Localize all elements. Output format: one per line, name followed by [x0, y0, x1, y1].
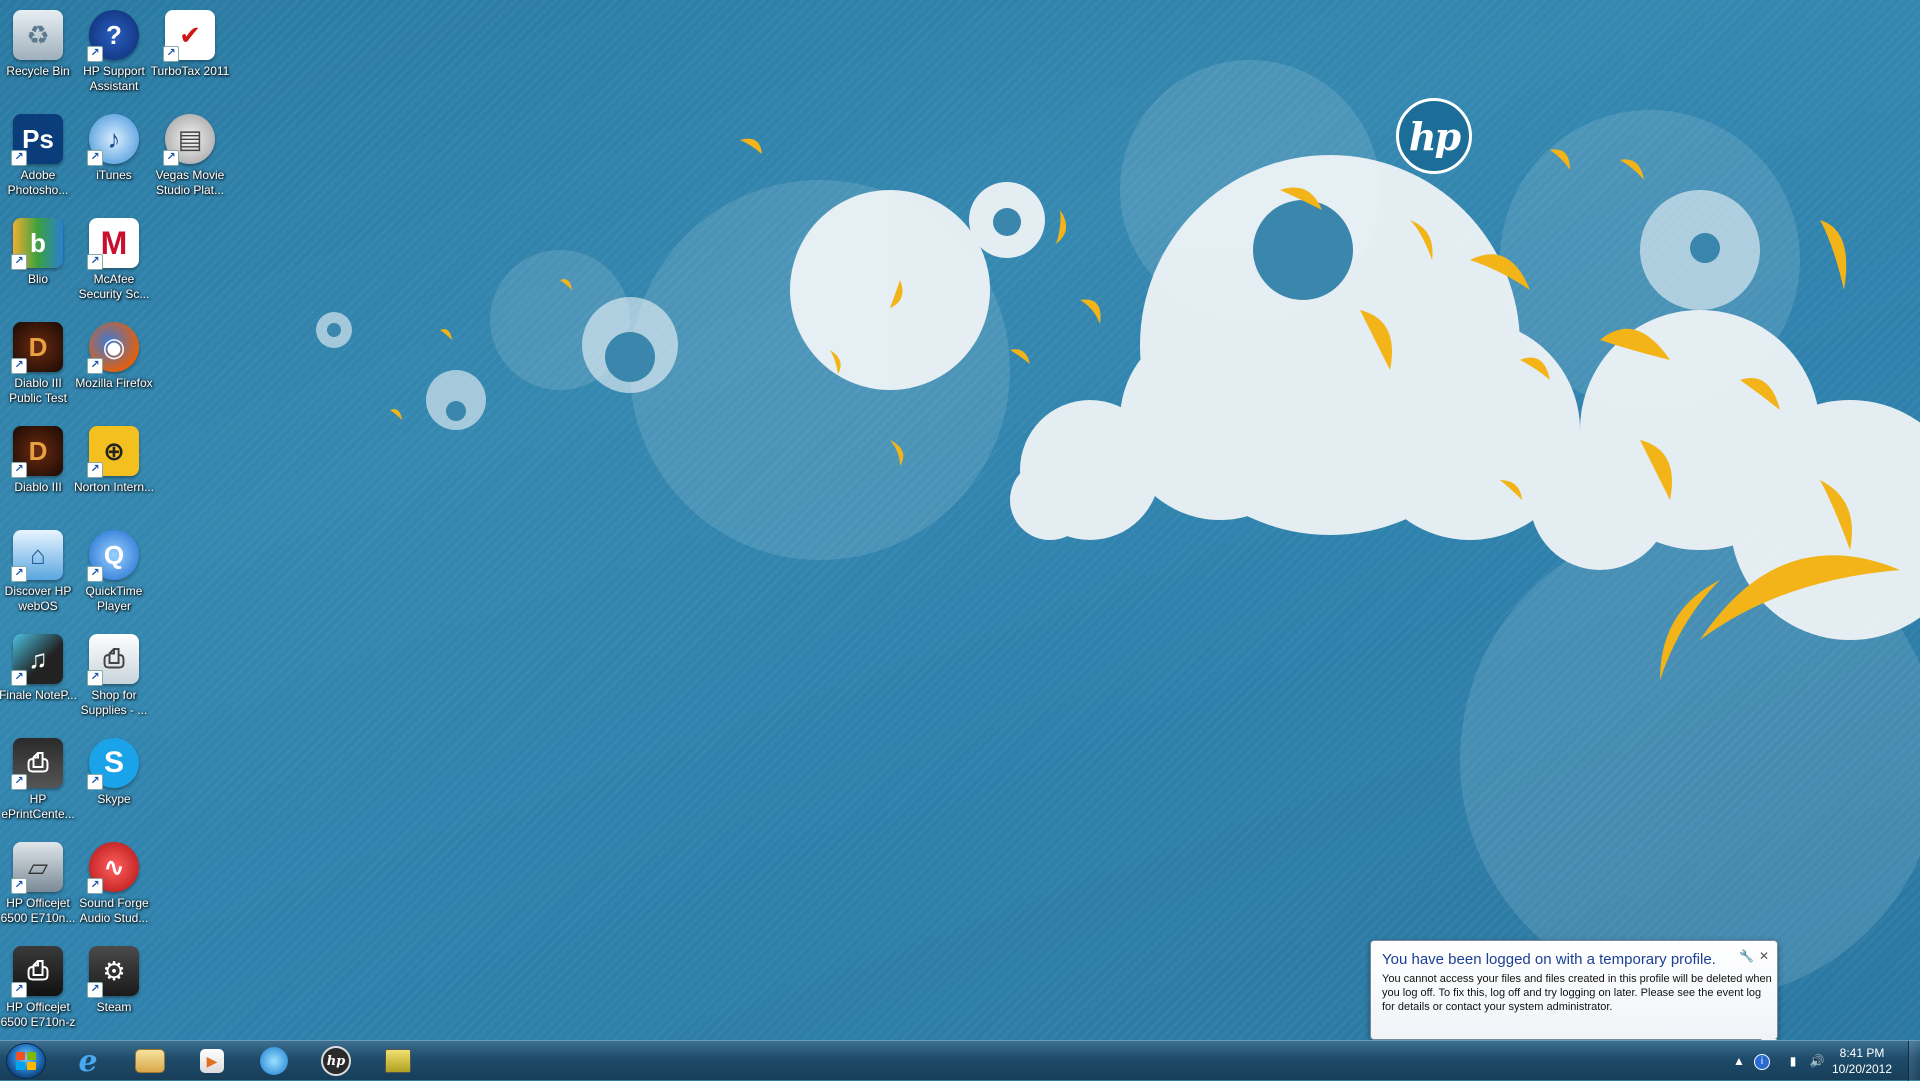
desktop-icon-diablo-iii[interactable]: D ↗ Diablo III — [0, 420, 76, 520]
desktop-icon-vegas-movie-studio[interactable]: ▤ ↗ Vegas Movie Studio Plat... — [152, 108, 228, 208]
notification-message: You cannot access your files and files c… — [1382, 973, 1772, 1013]
recycle-bin-icon: ♻ — [13, 10, 63, 60]
firefox-icon: ◉ ↗ — [87, 322, 139, 374]
turbotax-icon: ✔ ↗ — [163, 10, 215, 62]
webos-icon: ⌂ ↗ — [11, 530, 63, 582]
steam-icon: ⚙ ↗ — [87, 946, 139, 998]
media-player-icon: ▶ — [200, 1049, 224, 1073]
globe-icon — [260, 1047, 288, 1075]
desktop-icon-hp-officejet-scan[interactable]: ▱ ↗ HP Officejet 6500 E710n... — [0, 836, 76, 936]
taskbar-windows-explorer[interactable] — [122, 1043, 178, 1079]
folder-icon — [135, 1049, 165, 1073]
system-clock[interactable]: 8:41 PM 10/20/2012 — [1822, 1045, 1902, 1077]
desktop-icon-recycle-bin[interactable]: ♻ Recycle Bin — [0, 4, 76, 104]
network-icon[interactable]: ▮ — [1784, 1052, 1802, 1070]
info-icon[interactable]: i — [1754, 1054, 1770, 1070]
desktop-icon-adobe-photoshop[interactable]: Ps ↗ Adobe Photosho... — [0, 108, 76, 208]
sound-forge-icon: ∿ ↗ — [87, 842, 139, 894]
taskbar: e ▶ hp ▲ i ▮ 🔊 8:41 PM 10/20/2012 — [0, 1040, 1920, 1081]
desktop-icon-quicktime-player[interactable]: Q ↗ QuickTime Player — [76, 524, 152, 624]
wrench-icon[interactable]: 🔧 — [1739, 949, 1754, 963]
desktop-icon-hp-eprintcenter[interactable]: ⎙ ↗ HP ePrintCente... — [0, 732, 76, 832]
taskbar-app-window[interactable] — [370, 1043, 426, 1079]
desktop-icon-discover-hp-webos[interactable]: ⌂ ↗ Discover HP webOS — [0, 524, 76, 624]
hp-logo: hp — [1396, 98, 1472, 174]
clock-date: 10/20/2012 — [1831, 1062, 1893, 1076]
show-desktop-button[interactable] — [1908, 1041, 1920, 1081]
desktop-icon-turbotax[interactable]: ✔ ↗ TurboTax 2011 — [151, 4, 229, 104]
hp-icon: hp — [321, 1046, 351, 1076]
help-icon: ? ↗ — [87, 10, 139, 62]
blio-icon: b ↗ — [11, 218, 63, 270]
itunes-icon: ♪ ↗ — [87, 114, 139, 166]
notification-balloon: You have been logged on with a temporary… — [1370, 940, 1778, 1049]
diablo-icon: D ↗ — [11, 322, 63, 374]
desktop-icon-hp-officejet-printer[interactable]: ⎙ ↗ HP Officejet 6500 E710n-z — [0, 940, 76, 1040]
desktop-icon-mozilla-firefox[interactable]: ◉ ↗ Mozilla Firefox — [75, 316, 153, 416]
taskbar-windows-live[interactable] — [246, 1043, 302, 1079]
desktop-icon-hp-support-assistant[interactable]: ? ↗ HP Support Assistant — [76, 4, 152, 104]
app-window-icon — [385, 1049, 411, 1073]
norton-icon: ⊕ ↗ — [87, 426, 139, 478]
mcafee-icon: M ↗ — [87, 218, 139, 270]
show-hidden-icons-arrow[interactable]: ▲ — [1730, 1052, 1748, 1070]
printer-supplies-icon: ⎙ ↗ — [87, 634, 139, 686]
quicktime-icon: Q ↗ — [87, 530, 139, 582]
desktop-icon-shop-for-supplies[interactable]: ⎙ ↗ Shop for Supplies - ... — [76, 628, 152, 728]
printer-icon: ⎙ ↗ — [11, 946, 63, 998]
desktop-icons: ♻ Recycle Bin ? ↗ HP Support Assistant ✔ ↗… — [0, 0, 240, 1040]
wallpaper-art — [316, 60, 1920, 1000]
internet-explorer-icon: e — [78, 1043, 98, 1079]
taskbar-media-player[interactable]: ▶ — [184, 1043, 240, 1079]
notification-close-button[interactable]: ✕ — [1759, 949, 1769, 963]
clock-time: 8:41 PM — [1839, 1046, 1885, 1060]
skype-icon: S ↗ — [87, 738, 139, 790]
desktop-icon-blio[interactable]: b ↗ Blio — [0, 212, 76, 312]
taskbar-hp-app[interactable]: hp — [308, 1043, 364, 1079]
notification-title: You have been logged on with a temporary… — [1382, 951, 1716, 968]
photoshop-icon: Ps ↗ — [11, 114, 63, 166]
desktop-icon-skype[interactable]: S ↗ Skype — [76, 732, 152, 832]
start-button[interactable] — [6, 1043, 46, 1079]
desktop-icon-itunes[interactable]: ♪ ↗ iTunes — [76, 108, 152, 208]
desktop-icon-steam[interactable]: ⚙ ↗ Steam — [76, 940, 152, 1040]
desktop-icon-finale-notepad[interactable]: ♫ ↗ Finale NoteP... — [0, 628, 77, 728]
scanner-icon: ▱ ↗ — [11, 842, 63, 894]
desktop-icon-sound-forge[interactable]: ∿ ↗ Sound Forge Audio Stud... — [76, 836, 152, 936]
vegas-icon: ▤ ↗ — [163, 114, 215, 166]
hp-eprint-icon: ⎙ ↗ — [11, 738, 63, 790]
finale-icon: ♫ ↗ — [11, 634, 63, 686]
desktop-icon-norton-internet-security[interactable]: ⊕ ↗ Norton Intern... — [74, 420, 154, 520]
diablo-icon: D ↗ — [11, 426, 63, 478]
desktop-icon-mcafee[interactable]: M ↗ McAfee Security Sc... — [76, 212, 152, 312]
windows-logo-icon — [16, 1052, 36, 1070]
taskbar-internet-explorer[interactable]: e — [60, 1043, 116, 1079]
desktop-wallpaper: hp — [0, 0, 1920, 1040]
desktop-icon-diablo-iii-public-test[interactable]: D ↗ Diablo III Public Test — [0, 316, 76, 416]
